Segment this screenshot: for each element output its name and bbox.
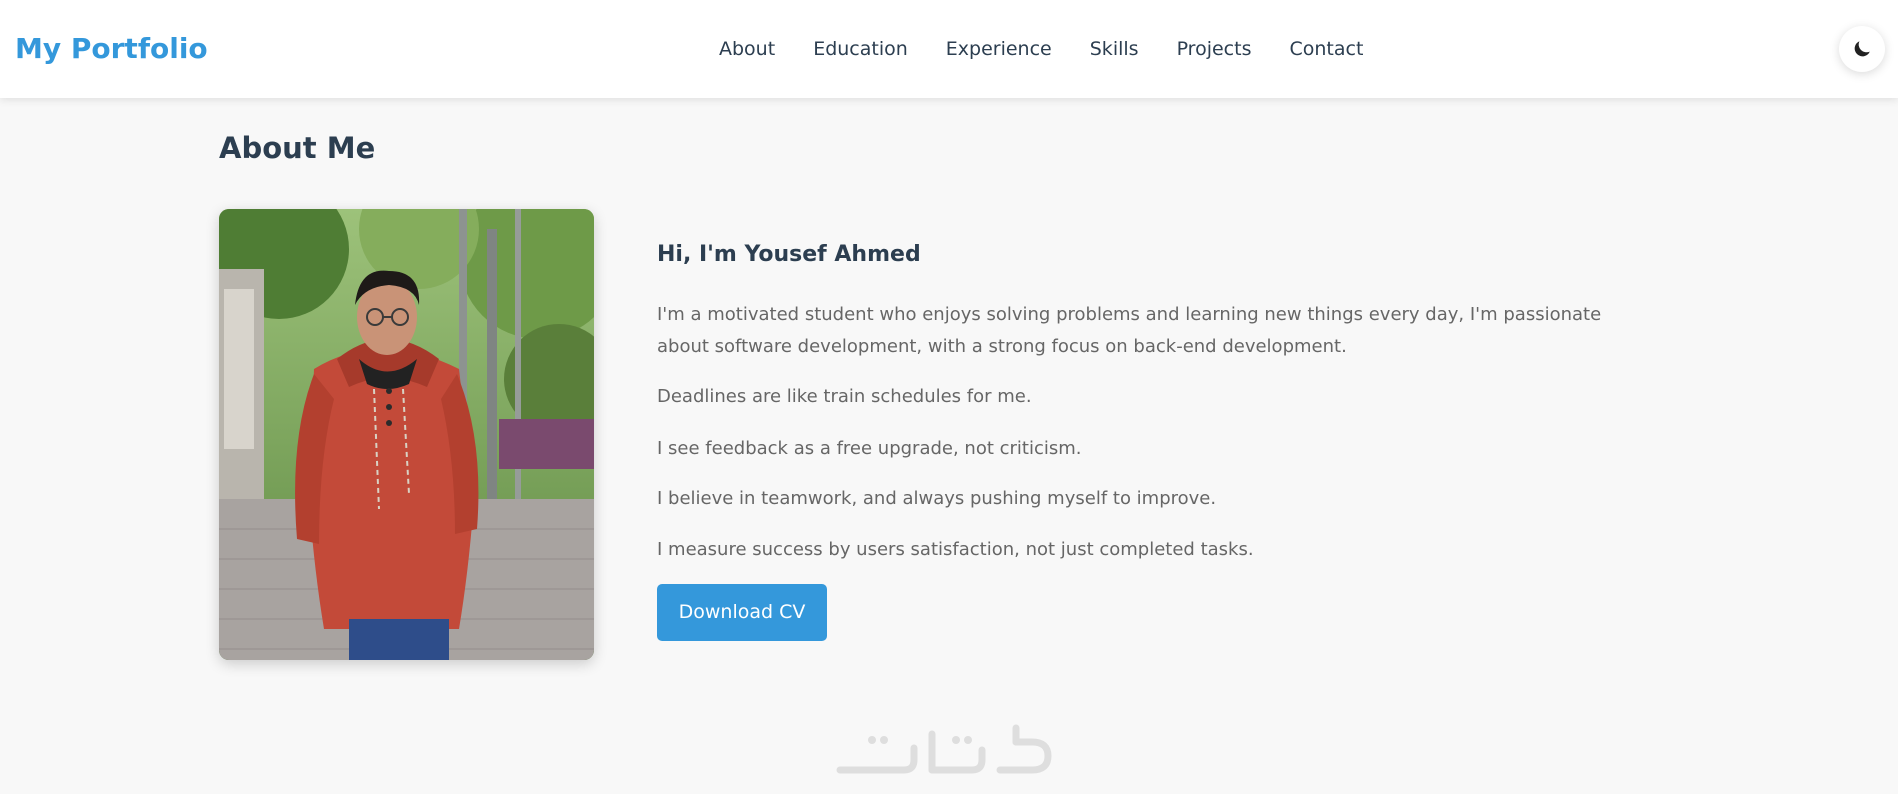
navbar: My Portfolio About Education Experience … — [0, 0, 1898, 98]
nav-link-contact[interactable]: Contact — [1289, 36, 1363, 62]
about-paragraph-success: I measure success by users satisfaction,… — [657, 539, 1254, 560]
about-paragraph-deadlines: Deadlines are like train schedules for m… — [657, 386, 1032, 407]
about-paragraph-teamwork: I believe in teamwork, and always pushin… — [657, 488, 1217, 509]
theme-toggle-button[interactable] — [1839, 26, 1885, 72]
nav-link-experience[interactable]: Experience — [946, 36, 1052, 62]
watermark-logo — [832, 720, 1064, 780]
profile-photo — [219, 209, 594, 660]
brand-logo[interactable]: My Portfolio — [15, 31, 208, 67]
moon-icon — [1854, 41, 1870, 57]
section-title: About Me — [219, 131, 376, 165]
nav-link-education[interactable]: Education — [813, 36, 908, 62]
nav-links: About Education Experience Skills Projec… — [719, 36, 1363, 62]
about-paragraph-feedback: I see feedback as a free upgrade, not cr… — [657, 438, 1082, 459]
nav-link-projects[interactable]: Projects — [1177, 36, 1252, 62]
greeting-heading: Hi, I'm Yousef Ahmed — [657, 242, 921, 267]
nav-link-skills[interactable]: Skills — [1090, 36, 1139, 62]
download-cv-button[interactable]: Download CV — [657, 584, 827, 641]
nav-link-about[interactable]: About — [719, 36, 775, 62]
about-paragraph-intro: I'm a motivated student who enjoys solvi… — [657, 304, 1602, 357]
